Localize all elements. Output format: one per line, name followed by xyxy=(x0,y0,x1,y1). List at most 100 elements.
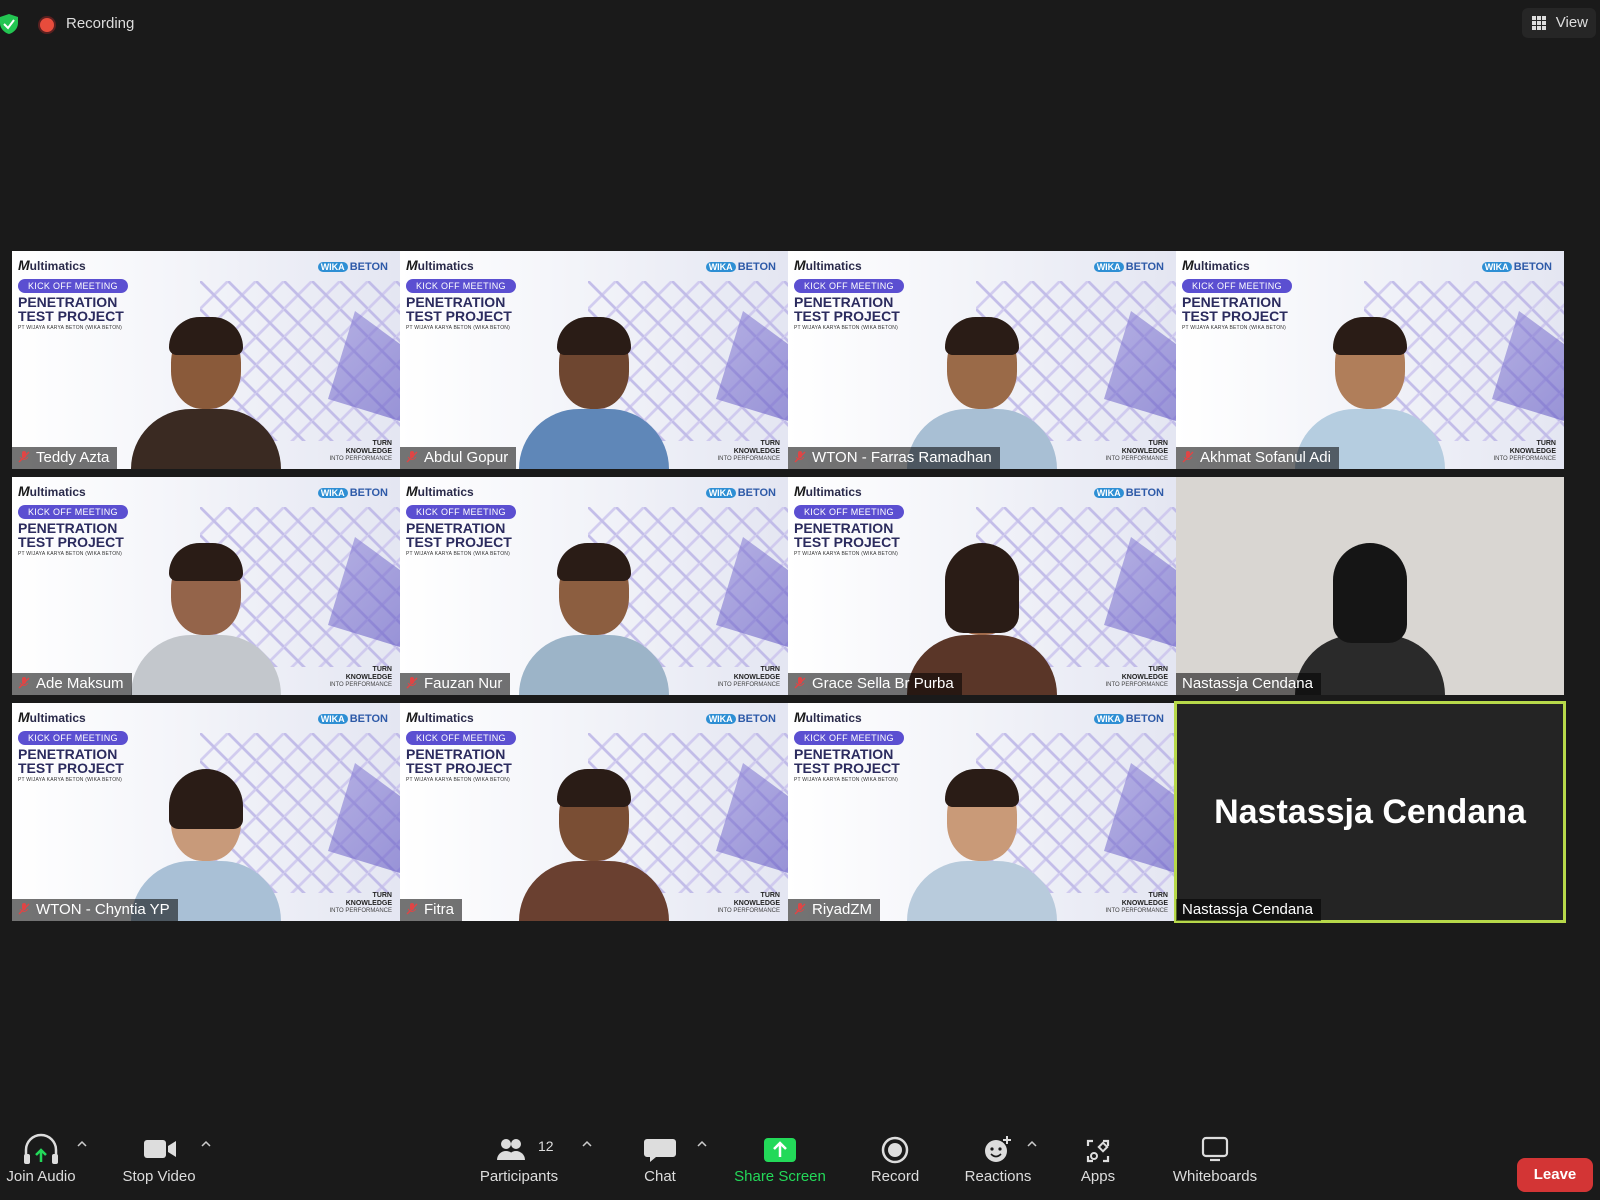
participant-video xyxy=(907,731,1057,921)
slide-title: PENETRATION TEST PROJECT xyxy=(794,746,900,776)
leave-button[interactable]: Leave xyxy=(1517,1158,1593,1192)
wika-beton-logo: WIKA BETON xyxy=(705,261,776,273)
multimatics-logo: Multimatics xyxy=(18,483,86,499)
kickoff-pill: KICK OFF MEETING xyxy=(1182,279,1292,293)
grid-view-icon xyxy=(1531,16,1546,30)
participant-video xyxy=(519,731,669,921)
tagline: TURN KNOWLEDGE INTO PERFORMANCE xyxy=(329,440,392,462)
stop-video-button[interactable]: Stop Video xyxy=(116,1130,202,1196)
tagline: TURN KNOWLEDGE INTO PERFORMANCE xyxy=(717,440,780,462)
kickoff-pill: KICK OFF MEETING xyxy=(18,505,128,519)
multimatics-logo: Multimatics xyxy=(794,709,862,725)
slide-title: PENETRATION TEST PROJECT xyxy=(406,520,512,550)
reactions-options-caret-icon[interactable] xyxy=(1026,1138,1038,1150)
whiteboard-icon xyxy=(1201,1136,1229,1162)
chat-options-caret-icon[interactable] xyxy=(696,1138,708,1150)
multimatics-logo: Multimatics xyxy=(406,709,474,725)
share-screen-button[interactable]: Share Screen xyxy=(730,1130,830,1196)
wika-beton-logo: WIKA BETON xyxy=(1093,487,1164,499)
video-tile[interactable]: Multimatics WIKA BETON KICK OFF MEETING P… xyxy=(12,477,400,695)
muted-mic-icon xyxy=(794,677,806,689)
video-tile[interactable]: Multimatics WIKA BETON KICK OFF MEETING P… xyxy=(12,251,400,469)
participant-name-label: Nastassja Cendana xyxy=(1176,899,1321,921)
muted-mic-icon xyxy=(18,451,30,463)
slide-title: PENETRATION TEST PROJECT xyxy=(18,294,124,324)
participant-name-label: Grace Sella Br Purba xyxy=(788,673,962,695)
video-tile[interactable]: Multimatics WIKA BETON KICK OFF MEETING P… xyxy=(1176,251,1564,469)
participants-button[interactable]: 12 Participants xyxy=(474,1130,564,1196)
slide-title: PENETRATION TEST PROJECT xyxy=(1182,294,1288,324)
multimatics-logo: Multimatics xyxy=(18,709,86,725)
multimatics-logo: Multimatics xyxy=(1182,257,1250,273)
wika-beton-logo: WIKA BETON xyxy=(705,487,776,499)
share-screen-icon xyxy=(764,1138,796,1162)
video-options-caret-icon[interactable] xyxy=(200,1138,212,1150)
meeting-top-bar: Recording View xyxy=(0,0,1600,48)
participant-name-label: Nastassja Cendana xyxy=(1176,673,1321,695)
wika-beton-logo: WIKA BETON xyxy=(317,261,388,273)
video-tile[interactable]: Multimatics WIKA BETON KICK OFF MEETING P… xyxy=(400,703,788,921)
whiteboards-button[interactable]: Whiteboards xyxy=(1160,1130,1270,1196)
video-tile[interactable]: Nastassja Cendana xyxy=(1176,477,1564,695)
join-audio-button[interactable]: Join Audio xyxy=(0,1130,82,1196)
view-button[interactable]: View xyxy=(1521,8,1596,38)
audio-options-caret-icon[interactable] xyxy=(76,1138,88,1150)
muted-mic-icon xyxy=(406,677,418,689)
security-shield-icon[interactable] xyxy=(0,14,18,34)
video-tile[interactable]: Multimatics WIKA BETON KICK OFF MEETING P… xyxy=(788,703,1176,921)
apps-button[interactable]: Apps xyxy=(1068,1130,1128,1196)
multimatics-logo: Multimatics xyxy=(794,257,862,273)
video-tile[interactable]: Multimatics WIKA BETON KICK OFF MEETING P… xyxy=(788,477,1176,695)
participant-video xyxy=(519,505,669,695)
kickoff-pill: KICK OFF MEETING xyxy=(794,279,904,293)
view-label: View xyxy=(1555,14,1588,31)
headphones-icon xyxy=(24,1133,58,1164)
kickoff-pill: KICK OFF MEETING xyxy=(794,731,904,745)
slide-subtitle: PT WIJAYA KARYA BETON (WIKA BETON) xyxy=(18,777,122,783)
slide-title: PENETRATION TEST PROJECT xyxy=(18,520,124,550)
record-icon xyxy=(881,1136,909,1164)
participant-name-label: Abdul Gopur xyxy=(400,447,517,469)
participant-video xyxy=(131,279,281,469)
muted-mic-icon xyxy=(18,677,30,689)
meeting-controls: Join Audio Stop Video 12 Participants Ch… xyxy=(0,1110,1600,1200)
multimatics-logo: Multimatics xyxy=(794,483,862,499)
tagline: TURN KNOWLEDGE INTO PERFORMANCE xyxy=(1493,440,1556,462)
tagline: TURN KNOWLEDGE INTO PERFORMANCE xyxy=(717,666,780,688)
video-tile[interactable]: Multimatics WIKA BETON KICK OFF MEETING P… xyxy=(788,251,1176,469)
wika-beton-logo: WIKA BETON xyxy=(1093,261,1164,273)
muted-mic-icon xyxy=(794,451,806,463)
participants-options-caret-icon[interactable] xyxy=(581,1138,593,1150)
slide-subtitle: PT WIJAYA KARYA BETON (WIKA BETON) xyxy=(1182,325,1286,331)
video-tile-active-speaker[interactable]: Nastassja Cendana Nastassja Cendana xyxy=(1174,701,1566,923)
video-tile[interactable]: Multimatics WIKA BETON KICK OFF MEETING P… xyxy=(12,703,400,921)
multimatics-logo: Multimatics xyxy=(406,257,474,273)
muted-mic-icon xyxy=(18,903,30,915)
chat-button[interactable]: Chat xyxy=(630,1130,690,1196)
recording-label: Recording xyxy=(66,15,135,32)
wika-beton-logo: WIKA BETON xyxy=(317,713,388,725)
kickoff-pill: KICK OFF MEETING xyxy=(18,731,128,745)
wika-beton-logo: WIKA BETON xyxy=(1093,713,1164,725)
participant-name-label: Ade Maksum xyxy=(12,673,132,695)
kickoff-pill: KICK OFF MEETING xyxy=(794,505,904,519)
record-button[interactable]: Record xyxy=(860,1130,930,1196)
tagline: TURN KNOWLEDGE INTO PERFORMANCE xyxy=(329,666,392,688)
participant-name-label: Teddy Azta xyxy=(12,447,118,469)
slide-subtitle: PT WIJAYA KARYA BETON (WIKA BETON) xyxy=(794,325,898,331)
slide-title: PENETRATION TEST PROJECT xyxy=(794,294,900,324)
video-tile[interactable]: Multimatics WIKA BETON KICK OFF MEETING P… xyxy=(400,477,788,695)
video-gallery: Multimatics WIKA BETON KICK OFF MEETING P… xyxy=(12,251,1592,923)
participant-video xyxy=(131,505,281,695)
kickoff-pill: KICK OFF MEETING xyxy=(406,279,516,293)
participant-name-label: WTON - Chyntia YP xyxy=(12,899,178,921)
participant-name-label: Akhmat Sofanul Adi xyxy=(1176,447,1339,469)
participant-video xyxy=(907,279,1057,469)
slide-title: PENETRATION TEST PROJECT xyxy=(18,746,124,776)
video-tile[interactable]: Multimatics WIKA BETON KICK OFF MEETING P… xyxy=(400,251,788,469)
kickoff-pill: KICK OFF MEETING xyxy=(18,279,128,293)
slide-subtitle: PT WIJAYA KARYA BETON (WIKA BETON) xyxy=(18,551,122,557)
video-camera-icon xyxy=(144,1140,176,1158)
slide-subtitle: PT WIJAYA KARYA BETON (WIKA BETON) xyxy=(794,777,898,783)
tagline: TURN KNOWLEDGE INTO PERFORMANCE xyxy=(1105,892,1168,914)
